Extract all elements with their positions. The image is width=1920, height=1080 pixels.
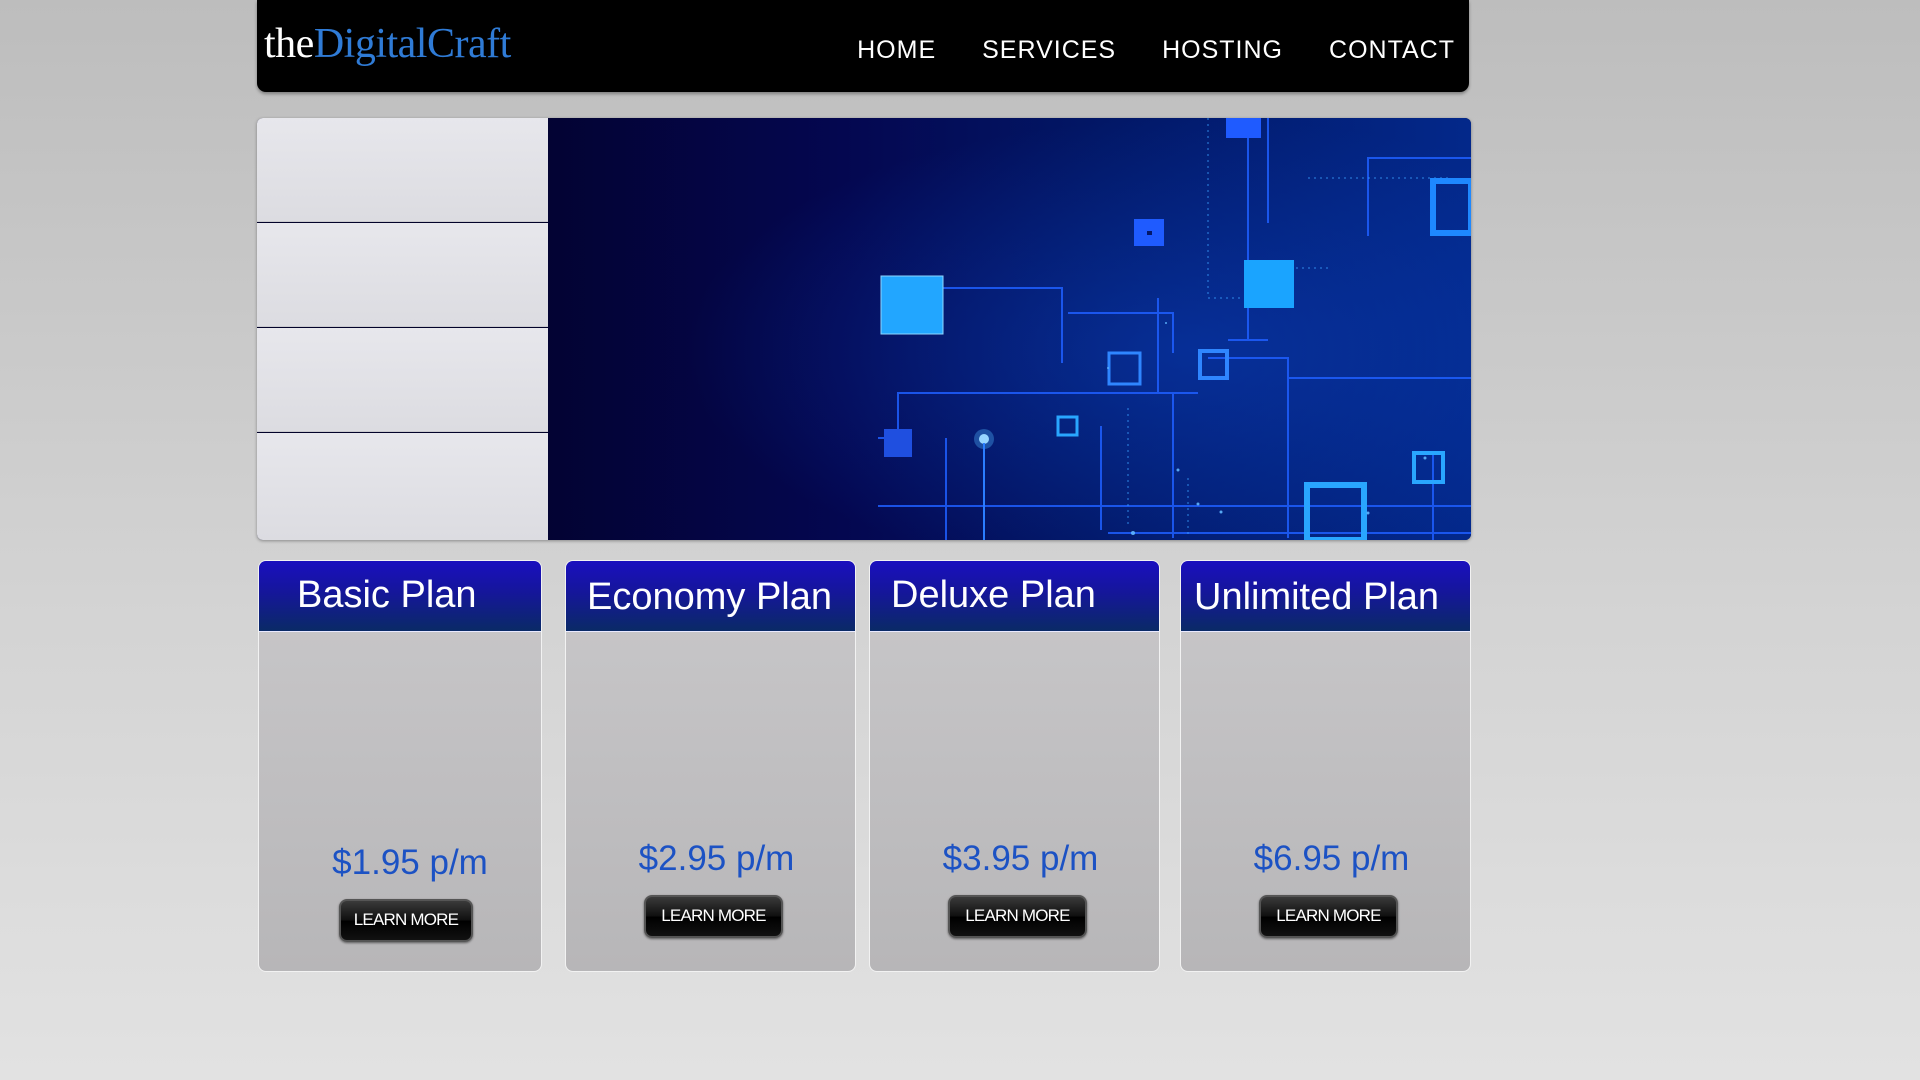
plan-card-unlimited: Unlimited Plan $6.95 p/m LEARN MORE: [1180, 560, 1471, 972]
site-header: theDigitalCraft HOME SERVICES HOSTING CO…: [257, 0, 1469, 92]
plan-header: Economy Plan: [566, 561, 855, 632]
hero-slider: [257, 118, 1471, 540]
slider-thumb-2[interactable]: [257, 223, 548, 327]
nav-contact[interactable]: CONTACT: [1329, 36, 1455, 65]
plan-title: Economy Plan: [587, 576, 833, 618]
slider-thumb-1[interactable]: [257, 118, 548, 222]
learn-more-button[interactable]: LEARN MORE: [644, 895, 783, 938]
slider-thumb-4[interactable]: [257, 433, 548, 540]
logo-prefix: the: [264, 21, 314, 67]
plan-title: Basic Plan: [297, 574, 477, 616]
site-logo[interactable]: theDigitalCraft: [264, 20, 511, 68]
hero-banner-image: [548, 118, 1471, 540]
plan-price: $6.95 p/m: [1253, 839, 1410, 878]
learn-more-button[interactable]: LEARN MORE: [948, 895, 1087, 938]
plan-price: $1.95 p/m: [332, 843, 488, 882]
plan-header: Unlimited Plan: [1181, 561, 1470, 632]
nav-hosting[interactable]: HOSTING: [1162, 36, 1283, 65]
nav-home[interactable]: HOME: [857, 36, 936, 65]
plan-price: $2.95 p/m: [638, 839, 795, 878]
slider-thumbnails: [257, 118, 548, 540]
plan-card-basic: Basic Plan $1.95 p/m LEARN MORE: [258, 560, 542, 972]
slider-thumb-3[interactable]: [257, 328, 548, 432]
main-nav: HOME SERVICES HOSTING CONTACT: [857, 36, 1455, 65]
learn-more-button[interactable]: LEARN MORE: [1259, 895, 1398, 938]
nav-services[interactable]: SERVICES: [982, 36, 1116, 65]
plan-card-economy: Economy Plan $2.95 p/m LEARN MORE: [565, 560, 856, 972]
plan-header: Deluxe Plan: [870, 561, 1159, 632]
plan-price: $3.95 p/m: [942, 839, 1099, 878]
plan-title: Deluxe Plan: [891, 574, 1096, 616]
plan-card-deluxe: Deluxe Plan $3.95 p/m LEARN MORE: [869, 560, 1160, 972]
plan-title: Unlimited Plan: [1194, 576, 1439, 618]
logo-name: DigitalCraft: [313, 21, 511, 67]
learn-more-button[interactable]: LEARN MORE: [339, 899, 473, 942]
plan-header: Basic Plan: [259, 561, 541, 632]
